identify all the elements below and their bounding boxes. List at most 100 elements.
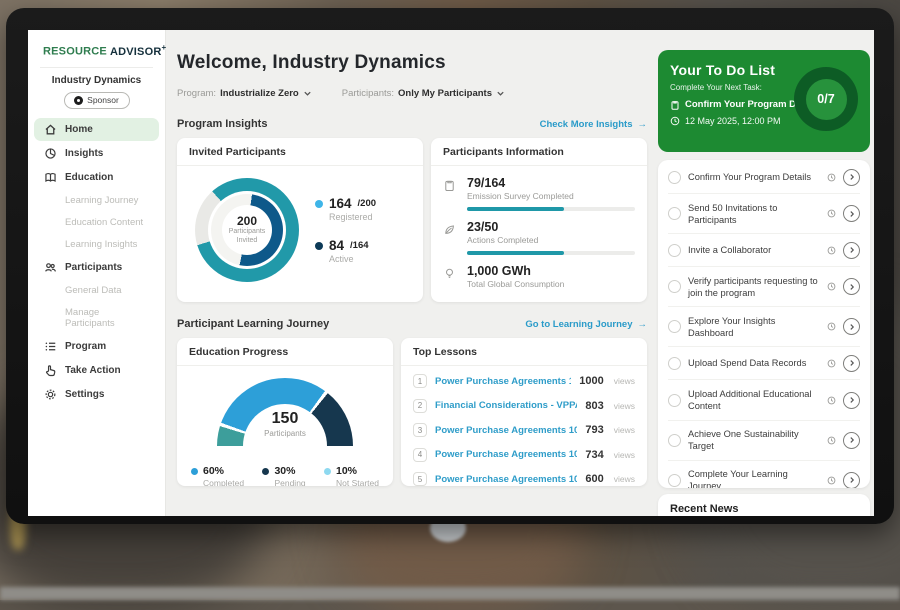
task-chevron-button[interactable] xyxy=(843,472,860,488)
task-checkbox[interactable] xyxy=(668,394,681,407)
lesson-row[interactable]: 2 Financial Considerations - VPPAs 803 v… xyxy=(413,394,635,419)
task-chevron-button[interactable] xyxy=(843,278,860,295)
section-title: Program Insights xyxy=(177,118,267,130)
sponsor-badge[interactable]: Sponsor xyxy=(64,92,130,109)
task-chevron-button[interactable] xyxy=(843,318,860,335)
task-checkbox[interactable] xyxy=(668,280,681,293)
stat-emission-survey: 79/164 Emission Survey Completed xyxy=(443,176,635,211)
page-title: Welcome, Industry Dynamics xyxy=(177,52,446,74)
task-row[interactable]: Send 50 Invitations to Participants xyxy=(668,194,860,234)
task-row[interactable]: Upload Additional Educational Content xyxy=(668,380,860,420)
task-row[interactable]: Verify participants requesting to join t… xyxy=(668,267,860,307)
task-chevron-button[interactable] xyxy=(843,205,860,222)
task-checkbox[interactable] xyxy=(668,207,681,220)
sponsor-icon xyxy=(74,96,83,105)
check-more-insights-link[interactable]: Check More Insights → xyxy=(540,119,647,130)
task-checkbox[interactable] xyxy=(668,244,681,257)
donut-center-label-line1: Participants xyxy=(229,228,266,235)
lesson-views-count: 600 xyxy=(585,473,603,485)
task-row[interactable]: Invite a Collaborator xyxy=(668,234,860,267)
lesson-row[interactable]: 1 Power Purchase Agreements 101 1000 vie… xyxy=(413,369,635,394)
sidebar-item-manage-participants[interactable]: Manage Participants xyxy=(34,302,159,334)
sidebar-item-program[interactable]: Program xyxy=(34,335,159,358)
lesson-row[interactable]: 4 Power Purchase Agreements 102 734 view… xyxy=(413,443,635,468)
todo-progress-ring: 0/7 xyxy=(794,67,858,131)
task-checkbox[interactable] xyxy=(668,171,681,184)
task-label: Invite a Collaborator xyxy=(688,244,820,256)
lesson-title-link[interactable]: Financial Considerations - VPPAs xyxy=(435,400,577,411)
recent-news-card: Recent News xyxy=(658,494,870,516)
link-label: Check More Insights xyxy=(540,119,633,130)
lesson-title-link[interactable]: Power Purchase Agreements 101 xyxy=(435,376,571,387)
lesson-views-count: 734 xyxy=(585,449,603,461)
task-chevron-button[interactable] xyxy=(843,355,860,372)
sidebar-item-home[interactable]: Home xyxy=(34,118,159,141)
clock-icon xyxy=(827,282,836,291)
task-row[interactable]: Complete Your Learning Journey xyxy=(668,461,860,488)
clock-icon xyxy=(827,209,836,218)
chevron-down-icon xyxy=(303,89,312,98)
sidebar-item-participants[interactable]: Participants xyxy=(34,256,159,279)
program-filter-dropdown[interactable]: Program: Industrialize Zero xyxy=(177,88,312,99)
invited-participants-card: Invited Participants 200 Participants In… xyxy=(177,138,423,302)
sidebar-item-learning-insights[interactable]: Learning Insights xyxy=(34,234,159,255)
participants-filter-dropdown[interactable]: Participants: Only My Participants xyxy=(342,88,505,99)
sidebar-item-label: Settings xyxy=(65,389,104,400)
logo-resource: RESOURCE xyxy=(43,46,107,58)
lesson-title-link[interactable]: Power Purchase Agreements 102 xyxy=(435,449,577,460)
task-chevron-button[interactable] xyxy=(843,169,860,186)
task-checkbox[interactable] xyxy=(668,357,681,370)
todo-summary-card: Your To Do List Complete Your Next Task:… xyxy=(658,50,870,152)
card-title: Education Progress xyxy=(177,338,393,366)
sidebar-item-general-data[interactable]: General Data xyxy=(34,280,159,301)
sidebar-item-label: General Data xyxy=(65,285,122,296)
task-chevron-button[interactable] xyxy=(843,432,860,449)
task-checkbox[interactable] xyxy=(668,474,681,487)
lesson-rank: 2 xyxy=(413,399,427,413)
lesson-row[interactable]: 3 Power Purchase Agreements 101 793 view… xyxy=(413,418,635,443)
task-row[interactable]: Explore Your Insights Dashboard xyxy=(668,307,860,347)
lesson-title-link[interactable]: Power Purchase Agreements 101 xyxy=(435,425,577,436)
gauge-legend: 60% Completed 30% Pending 10% Not Starte… xyxy=(177,465,393,486)
legend-item-completed: 60% Completed xyxy=(191,465,244,486)
lesson-row[interactable]: 5 Power Purchase Agreements 103 600 view… xyxy=(413,467,635,486)
invited-participants-donut-chart: 200 Participants Invited xyxy=(195,178,299,282)
go-to-learning-journey-link[interactable]: Go to Learning Journey → xyxy=(525,319,647,330)
donut-legend: 164/200 Registered 84/164 Active xyxy=(315,196,376,264)
task-chevron-button[interactable] xyxy=(843,242,860,259)
task-row[interactable]: Achieve One Sustainability Target xyxy=(668,421,860,461)
task-checkbox[interactable] xyxy=(668,320,681,333)
task-label: Upload Additional Educational Content xyxy=(688,388,820,412)
sidebar-item-settings[interactable]: Settings xyxy=(34,383,159,406)
stat-actions-completed: 23/50 Actions Completed xyxy=(443,220,635,255)
legend-pct: 10% xyxy=(336,465,357,477)
sidebar-item-education-content[interactable]: Education Content xyxy=(34,212,159,233)
todo-due-label: 12 May 2025, 12:00 PM xyxy=(685,116,781,126)
lesson-views-word: views xyxy=(614,450,635,460)
sidebar-item-label: Learning Insights xyxy=(65,239,137,250)
task-row[interactable]: Upload Spend Data Records xyxy=(668,347,860,380)
legend-label: Pending xyxy=(274,478,305,486)
todo-progress-value: 0/7 xyxy=(806,79,847,120)
sidebar-item-insights[interactable]: Insights xyxy=(34,142,159,165)
participants-icon xyxy=(44,261,57,274)
sidebar-item-education[interactable]: Education xyxy=(34,166,159,189)
task-checkbox[interactable] xyxy=(668,434,681,447)
task-chevron-button[interactable] xyxy=(843,392,860,409)
arrow-right-icon: → xyxy=(638,319,648,330)
legend-pct: 60% xyxy=(203,465,224,477)
sidebar-item-learning-journey[interactable]: Learning Journey xyxy=(34,190,159,211)
invited-participants-body: 200 Participants Invited 164/200 Regist xyxy=(177,166,423,294)
legend-dot-registered xyxy=(315,200,323,208)
sidebar-item-take-action[interactable]: Take Action xyxy=(34,359,159,382)
legend-item-active: 84/164 Active xyxy=(315,238,376,264)
task-row[interactable]: Confirm Your Program Details xyxy=(668,161,860,194)
progress-bar-track xyxy=(467,251,635,255)
clock-icon xyxy=(670,116,680,126)
lesson-title-link[interactable]: Power Purchase Agreements 103 xyxy=(435,474,577,485)
legend-dot-pending xyxy=(262,468,269,475)
sidebar-item-label: Education xyxy=(65,172,113,183)
gauge-center-value: 150 xyxy=(177,410,393,428)
home-icon xyxy=(44,123,57,136)
lesson-rank: 5 xyxy=(413,472,427,486)
